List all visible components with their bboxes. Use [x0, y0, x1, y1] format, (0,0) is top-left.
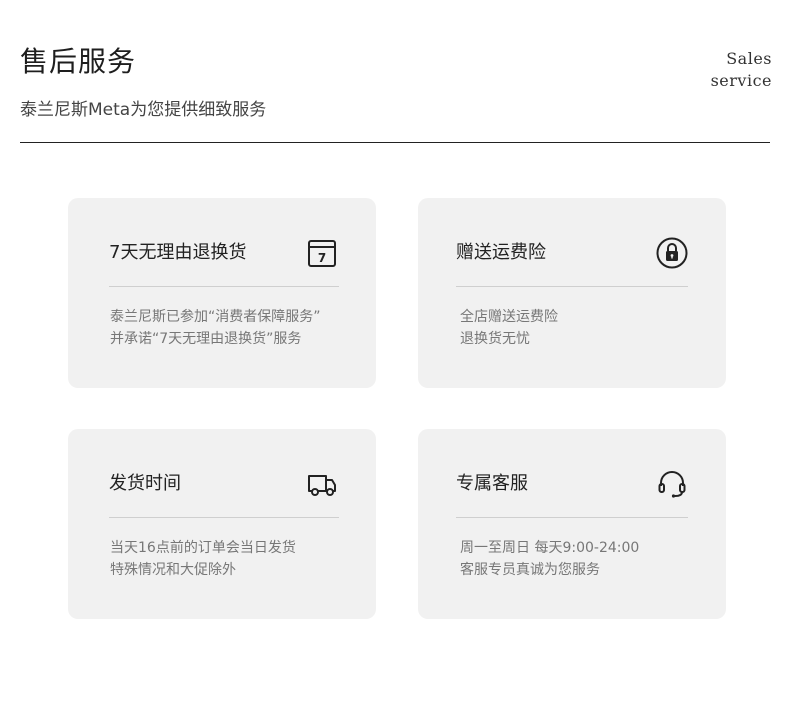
card-description: 当天16点前的订单会当日发货 特殊情况和大促除外: [110, 537, 296, 581]
card-description-line: 并承诺“7天无理由退换货”服务: [110, 331, 302, 347]
calendar-day-text: 7: [318, 251, 326, 265]
card-description-line: 泰兰尼斯已参加“消费者保障服务”: [110, 309, 321, 325]
lock-icon: [656, 237, 688, 269]
card-description-line: 周一至周日 每天9:00-24:00: [460, 540, 640, 556]
card-description-line: 全店赠送运费险: [460, 309, 558, 325]
delivery-truck-icon: [308, 475, 336, 496]
english-heading: Sales service: [711, 48, 772, 92]
card-title: 发货时间: [109, 473, 181, 494]
card-seven-day-returns: 7天无理由退换货 7 泰兰尼斯已参加“消费者保障服务” 并承诺“7天无理由退换货…: [68, 198, 376, 388]
card-divider: [456, 286, 688, 287]
card-divider: [456, 517, 688, 518]
card-description-line: 客服专员真诚为您服务: [460, 562, 600, 578]
card-divider: [109, 286, 339, 287]
english-heading-line-2: service: [710, 71, 772, 90]
card-customer-service: 专属客服 周一至周日 每天9:00-24:00 客服专员真诚为您服务: [418, 429, 726, 619]
card-divider: [109, 517, 339, 518]
card-shipping-time: 发货时间 当天16点前的订单会当日发货 特殊情况和大促除外: [68, 429, 376, 619]
header-divider: [20, 142, 770, 143]
card-description: 泰兰尼斯已参加“消费者保障服务” 并承诺“7天无理由退换货”服务: [110, 306, 321, 350]
card-title: 7天无理由退换货: [109, 242, 247, 263]
card-shipping-insurance: 赠送运费险 全店赠送运费险 退换货无忧: [418, 198, 726, 388]
card-description-line: 特殊情况和大促除外: [110, 562, 236, 578]
page-title: 售后服务: [20, 45, 137, 78]
english-heading-line-1: Sales: [726, 49, 772, 68]
card-description: 周一至周日 每天9:00-24:00 客服专员真诚为您服务: [460, 537, 639, 581]
card-description-line: 当天16点前的订单会当日发货: [110, 540, 296, 556]
headset-icon: [658, 471, 686, 498]
card-description-line: 退换货无忧: [460, 331, 530, 347]
card-title: 赠送运费险: [456, 242, 546, 263]
page-subtitle: 泰兰尼斯Meta为您提供细致服务: [20, 100, 267, 120]
card-description: 全店赠送运费险 退换货无忧: [460, 306, 558, 350]
calendar-seven-icon: 7: [308, 240, 336, 267]
card-title: 专属客服: [456, 473, 528, 494]
